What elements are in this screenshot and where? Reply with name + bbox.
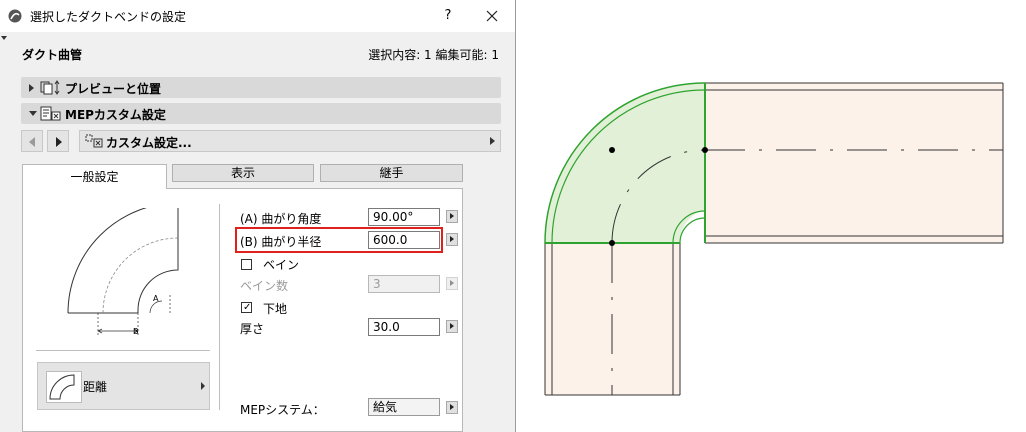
duct-bend-settings-dialog: 選択したダクトベンドの設定 ? ダクト曲管 選択内容: 1 編集可能: 1 プレ… (0, 0, 516, 432)
bend-shape-icon (46, 371, 82, 403)
distance-button[interactable]: 距離 (37, 362, 210, 410)
tab-general[interactable]: 一般設定 (22, 164, 167, 189)
close-icon[interactable] (481, 6, 503, 26)
arrow-right-icon (56, 137, 62, 147)
bend-start-point[interactable] (609, 240, 615, 246)
collapse-arrow-icon (29, 111, 37, 116)
bend-center-point[interactable] (609, 147, 615, 153)
custom-settings-label: カスタム設定... (106, 136, 192, 150)
selection-info: 選択内容: 1 編集可能: 1 (368, 48, 499, 62)
section-label: プレビューと位置 (65, 82, 162, 96)
custom-settings-icon (85, 134, 103, 148)
vane-checkbox[interactable] (241, 259, 252, 270)
vane-count-arrow-icon[interactable] (446, 277, 458, 290)
mep-system-select[interactable]: 給気 (368, 398, 440, 416)
bend-preview-diagram: A B (67, 208, 179, 336)
arrow-left-icon (29, 137, 35, 147)
next-button[interactable] (47, 130, 69, 152)
radius-dimension-label: B (133, 327, 139, 336)
custom-settings-nav: カスタム設定... (21, 130, 501, 152)
distance-label: 距離 (83, 380, 108, 394)
tab-display[interactable]: 表示 (172, 164, 314, 182)
section-label: MEPカスタム設定 (65, 108, 166, 122)
preview-divider (36, 350, 210, 351)
thickness-arrow-icon[interactable] (446, 320, 458, 333)
panel-divider (219, 204, 220, 410)
prev-button[interactable] (21, 130, 43, 152)
tab-fittings[interactable]: 継手 (320, 164, 463, 182)
custom-settings-select[interactable]: カスタム設定... (79, 130, 501, 152)
help-button[interactable]: ? (437, 6, 459, 26)
expand-arrow-icon (29, 84, 34, 92)
horizontal-duct (705, 83, 1003, 243)
title-bar[interactable]: 選択したダクトベンドの設定 ? (0, 0, 515, 32)
collapse-arrow-icon[interactable] (1, 36, 7, 40)
angle-dimension-label: A (153, 294, 159, 303)
checkmark-icon: ✓ (243, 302, 252, 313)
bend-angle-input[interactable]: 90.00° (368, 208, 440, 226)
vane-count-label: ベイン数 (240, 279, 289, 293)
section-preview-position[interactable]: プレビューと位置 (21, 77, 501, 98)
mep-custom-icon (40, 106, 61, 121)
element-type-title: ダクト曲管 (22, 48, 83, 62)
archicad-app-icon (8, 9, 22, 23)
duct-bend-plan-drawing (544, 82, 1004, 396)
bend-segment[interactable] (545, 83, 705, 243)
window-title: 選択したダクトベンドの設定 (30, 10, 187, 24)
section-mep-custom[interactable]: MEPカスタム設定 (21, 103, 501, 124)
vane-count-input[interactable]: 3 (368, 275, 440, 293)
bend-radius-arrow-icon[interactable] (446, 233, 458, 246)
base-label: 下地 (263, 302, 288, 316)
base-checkbox[interactable]: ✓ (241, 302, 252, 313)
mep-system-label: MEPシステム： (240, 403, 325, 417)
bend-radius-highlight (235, 227, 443, 253)
bend-angle-label: (A) 曲がり角度 (240, 212, 322, 226)
vane-label: ベイン (263, 258, 300, 272)
bend-angle-arrow-icon[interactable] (446, 210, 458, 223)
thickness-input[interactable]: 30.0 (368, 318, 440, 336)
bend-end-point[interactable] (702, 147, 708, 153)
arrow-right-icon (201, 382, 205, 390)
mep-system-arrow-icon[interactable] (446, 401, 458, 414)
arrow-right-icon (490, 137, 495, 145)
thickness-label: 厚さ (240, 322, 265, 336)
preview-position-icon (40, 80, 60, 95)
